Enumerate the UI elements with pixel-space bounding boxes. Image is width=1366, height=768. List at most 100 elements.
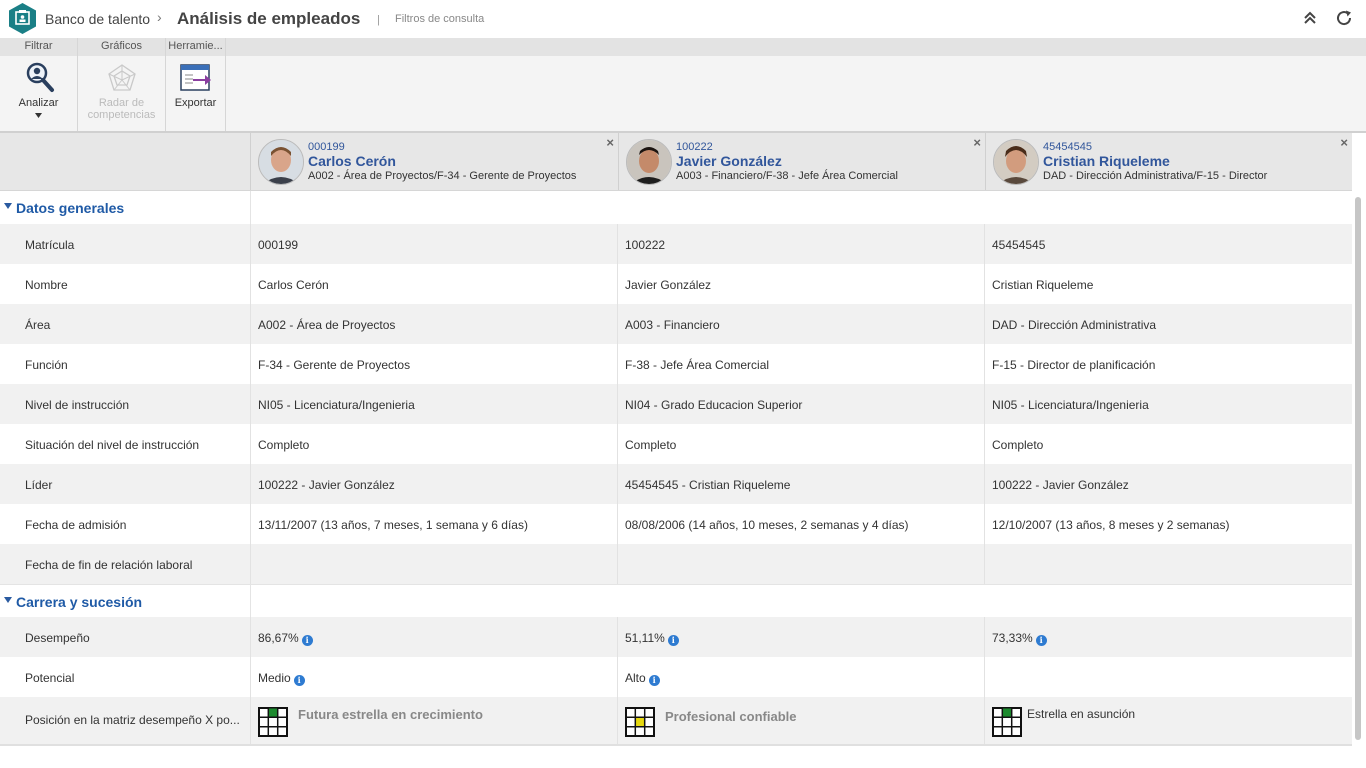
cell-value: Carlos Cerón bbox=[258, 278, 329, 292]
cell-value: DAD - Dirección Administrativa bbox=[992, 318, 1157, 332]
grid-cell: 12/10/2007 (13 años, 8 meses y 2 semanas… bbox=[984, 504, 1352, 544]
employee-code: 100222 bbox=[676, 141, 713, 153]
collapse-triangle-icon[interactable] bbox=[4, 203, 12, 209]
cell-value: 100222 - Javier González bbox=[992, 478, 1129, 492]
grid-cell: A002 - Área de Proyectos bbox=[250, 304, 618, 344]
matrix-position-label: Profesional confiable bbox=[665, 709, 797, 724]
grid-cell: 13/11/2007 (13 años, 7 meses, 1 semana y… bbox=[250, 504, 618, 544]
refresh-icon[interactable] bbox=[1335, 9, 1353, 27]
collapse-triangle-icon[interactable] bbox=[4, 597, 12, 603]
analyze-label: Analizar bbox=[18, 97, 59, 109]
cell-value: 100222 bbox=[625, 238, 666, 252]
remove-employee-close-icon[interactable]: × bbox=[606, 135, 614, 150]
dropdown-caret-icon[interactable] bbox=[35, 113, 42, 118]
ribbon-group-divider bbox=[77, 38, 78, 131]
cell-value: Completo bbox=[625, 438, 677, 452]
export-label: Exportar bbox=[174, 97, 217, 109]
query-filters-link[interactable]: Filtros de consulta bbox=[395, 13, 484, 25]
nine-box-matrix-icon[interactable] bbox=[258, 707, 288, 737]
tab-filter[interactable]: Filtrar bbox=[0, 38, 77, 56]
grid-cell: 100222 - Javier González bbox=[984, 464, 1352, 504]
grid-cell bbox=[250, 544, 618, 584]
remove-employee-close-icon[interactable]: × bbox=[1340, 135, 1348, 150]
employee-code: 000199 bbox=[308, 141, 345, 153]
grid-cell: 86,67% i bbox=[250, 617, 618, 657]
remove-employee-close-icon[interactable]: × bbox=[973, 135, 981, 150]
grid-row-matrix-position: Posición en la matriz desempeño X po... … bbox=[0, 697, 1352, 744]
radar-chart-icon bbox=[107, 64, 136, 91]
employee-description: A003 - Financiero/F-38 - Jefe Área Comer… bbox=[676, 170, 898, 182]
info-icon[interactable]: i bbox=[648, 675, 660, 686]
ribbon-group-divider bbox=[165, 38, 166, 131]
grid-cell: 100222 bbox=[617, 224, 985, 264]
grid-cell: Alto i bbox=[617, 657, 985, 697]
grid-cell: Futura estrella en crecimiento bbox=[250, 697, 618, 744]
cell-value: NI05 - Licenciatura/Ingenieria bbox=[992, 398, 1149, 412]
cell-value: 08/08/2006 (14 años, 10 meses, 2 semanas… bbox=[625, 518, 909, 532]
magnifier-user-icon bbox=[26, 62, 54, 92]
info-icon[interactable]: i bbox=[1035, 635, 1047, 646]
employee-card[interactable]: 000199 Carlos Cerón A002 - Área de Proye… bbox=[250, 133, 618, 190]
column-divider bbox=[250, 191, 251, 224]
cell-value: Javier González bbox=[625, 278, 712, 292]
title-divider: | bbox=[377, 14, 380, 26]
info-icon[interactable]: i bbox=[293, 675, 305, 686]
employee-name[interactable]: Javier González bbox=[676, 153, 782, 169]
nine-box-matrix-icon[interactable] bbox=[992, 707, 1022, 737]
grid-row-termination-date: Fecha de fin de relación laboral bbox=[0, 544, 1352, 584]
grid-row-area: Área A002 - Área de Proyectos A003 - Fin… bbox=[0, 304, 1352, 344]
grid-row-function: Función F-34 - Gerente de Proyectos F-38… bbox=[0, 344, 1352, 384]
potential-value: Medio bbox=[258, 671, 291, 685]
matrix-position-label: Estrella en asunción bbox=[1027, 707, 1136, 721]
employee-name[interactable]: Cristian Riqueleme bbox=[1043, 153, 1170, 169]
radar-label-line2: competencias bbox=[87, 109, 156, 121]
employee-name[interactable]: Carlos Cerón bbox=[308, 153, 396, 169]
grid-cell: 100222 - Javier González bbox=[250, 464, 618, 504]
cell-value: Medio i bbox=[258, 671, 305, 686]
grid-cell: NI05 - Licenciatura/Ingenieria bbox=[250, 384, 618, 424]
info-icon[interactable]: i bbox=[667, 635, 679, 646]
cell-value: 45454545 - Cristian Riqueleme bbox=[625, 478, 791, 492]
grid-cell: Estrella en asunción bbox=[984, 697, 1352, 744]
grid-row-registration: Matrícula 000199 100222 45454545 bbox=[0, 224, 1352, 264]
grid-cell: Completo bbox=[984, 424, 1352, 464]
performance-value: 86,67% bbox=[258, 631, 299, 645]
cell-value: NI04 - Grado Educacion Superior bbox=[625, 398, 803, 412]
row-label: Líder bbox=[25, 478, 53, 492]
tab-tools[interactable]: Herramie... bbox=[166, 38, 225, 56]
cell-value: Completo bbox=[258, 438, 310, 452]
employee-header-row: 000199 Carlos Cerón A002 - Área de Proye… bbox=[0, 133, 1352, 191]
nine-box-matrix-icon[interactable] bbox=[625, 707, 655, 737]
breadcrumb-talent-bank[interactable]: Banco de talento bbox=[45, 11, 150, 27]
grid-row-performance: Desempeño 86,67% i 51,11% i 73,33% i bbox=[0, 617, 1352, 657]
info-icon[interactable]: i bbox=[301, 635, 313, 646]
ribbon-tabs: Filtrar Gráficos Herramie... bbox=[0, 38, 1366, 56]
section-career-succession[interactable]: Carrera y sucesión bbox=[0, 584, 1352, 618]
comparison-grid: Datos generales Matrícula 000199 100222 … bbox=[0, 191, 1352, 744]
grid-cell: Completo bbox=[617, 424, 985, 464]
export-button[interactable]: Exportar bbox=[166, 56, 225, 131]
grid-cell: Medio i bbox=[250, 657, 618, 697]
talent-bank-logo-icon[interactable] bbox=[7, 3, 38, 34]
matrix-position-label: Futura estrella en crecimiento bbox=[298, 707, 483, 722]
employee-card[interactable]: 100222 Javier González A003 - Financiero… bbox=[618, 133, 985, 190]
cell-value: 45454545 bbox=[992, 238, 1046, 252]
competency-radar-button[interactable]: Radar de competencias bbox=[78, 56, 165, 131]
employee-card[interactable]: 45454545 Cristian Riqueleme DAD - Direcc… bbox=[985, 133, 1352, 190]
grid-cell: DAD - Dirección Administrativa bbox=[984, 304, 1352, 344]
grid-bottom-border bbox=[0, 744, 1352, 746]
cell-value: 12/10/2007 (13 años, 8 meses y 2 semanas… bbox=[992, 518, 1230, 532]
cell-value: A002 - Área de Proyectos bbox=[258, 318, 396, 332]
row-label: Fecha de fin de relación laboral bbox=[25, 558, 193, 572]
vertical-scrollbar[interactable] bbox=[1355, 197, 1361, 740]
grid-row-education-status: Situación del nivel de instrucción Compl… bbox=[0, 424, 1352, 464]
employee-code: 45454545 bbox=[1043, 141, 1092, 153]
grid-cell: F-15 - Director de planificación bbox=[984, 344, 1352, 384]
avatar bbox=[258, 139, 304, 185]
row-label: Nombre bbox=[25, 278, 68, 292]
double-chevron-up-icon[interactable] bbox=[1302, 10, 1318, 26]
analyze-button[interactable]: Analizar bbox=[0, 56, 77, 131]
section-general-data[interactable]: Datos generales bbox=[0, 191, 1352, 224]
tab-charts[interactable]: Gráficos bbox=[78, 38, 165, 56]
performance-value: 51,11% bbox=[625, 631, 665, 645]
